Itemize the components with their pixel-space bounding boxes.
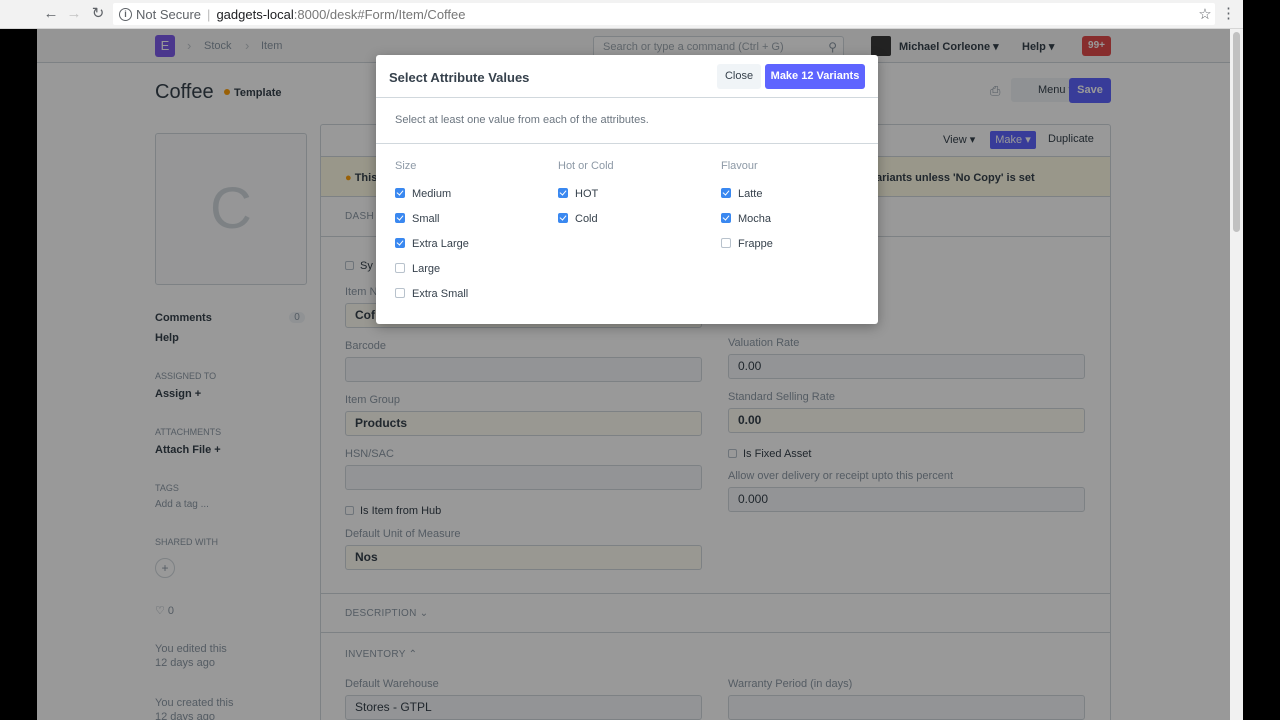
checkbox-checked-icon[interactable]: [395, 238, 405, 248]
attribute-option-label: Extra Small: [412, 288, 469, 300]
dialog-description: Select at least one value from each of t…: [395, 114, 649, 126]
attribute-option-cold[interactable]: Cold: [558, 213, 598, 227]
checkbox-unchecked-icon[interactable]: [395, 288, 405, 298]
dialog-header: Select Attribute Values Close Make 12 Va…: [376, 55, 878, 98]
attribute-option-extra-large[interactable]: Extra Large: [395, 238, 469, 252]
url-separator: |: [207, 6, 211, 22]
attribute-heading-size: Size: [395, 160, 417, 172]
close-button[interactable]: Close: [717, 64, 761, 89]
attribute-option-large[interactable]: Large: [395, 263, 440, 277]
attribute-option-hot[interactable]: HOT: [558, 188, 598, 202]
not-secure-label: Not Secure: [136, 6, 202, 22]
attribute-option-label: Frappe: [738, 238, 773, 250]
scrollbar-thumb[interactable]: [1233, 32, 1240, 232]
attribute-option-small[interactable]: Small: [395, 213, 440, 227]
attribute-heading-hot-or-cold: Hot or Cold: [558, 160, 614, 172]
url-path: :8000/desk#Form/Item/Coffee: [293, 6, 466, 22]
attribute-option-label: Medium: [412, 188, 452, 200]
checkbox-checked-icon[interactable]: [558, 188, 568, 198]
dialog-title: Select Attribute Values: [389, 70, 530, 85]
make-variants-button[interactable]: Make 12 Variants: [765, 64, 865, 89]
checkbox-unchecked-icon[interactable]: [721, 238, 731, 248]
attribute-option-mocha[interactable]: Mocha: [721, 213, 771, 227]
back-arrow-icon[interactable]: ←: [42, 5, 60, 23]
attribute-option-label: HOT: [575, 188, 599, 200]
attribute-option-label: Small: [412, 213, 440, 225]
checkbox-checked-icon[interactable]: [721, 188, 731, 198]
attribute-option-label: Mocha: [738, 213, 772, 225]
attribute-option-label: Large: [412, 263, 441, 275]
attribute-option-label: Extra Large: [412, 238, 469, 250]
checkbox-checked-icon[interactable]: [395, 213, 405, 223]
reload-icon[interactable]: ↻: [89, 5, 107, 23]
address-bar[interactable]: i Not Secure | gadgets-local:8000/desk#F…: [113, 3, 1215, 25]
select-attribute-values-dialog: Select Attribute Values Close Make 12 Va…: [376, 55, 878, 324]
attribute-option-frappe[interactable]: Frappe: [721, 238, 773, 252]
checkbox-unchecked-icon[interactable]: [395, 263, 405, 273]
checkbox-checked-icon[interactable]: [558, 213, 568, 223]
attribute-option-label: Cold: [575, 213, 598, 225]
attribute-option-medium[interactable]: Medium: [395, 188, 451, 202]
dialog-divider: [376, 143, 878, 144]
bookmark-star-icon[interactable]: ☆: [1195, 5, 1215, 23]
browser-menu-icon[interactable]: ⋮: [1221, 5, 1236, 23]
right-black-margin: [1243, 0, 1280, 720]
browser-toolbar: ← → ↻ i Not Secure | gadgets-local:8000/…: [0, 0, 1243, 29]
attribute-heading-flavour: Flavour: [721, 160, 758, 172]
page-scrollbar[interactable]: [1230, 29, 1243, 720]
checkbox-checked-icon[interactable]: [395, 188, 405, 198]
forward-arrow-icon[interactable]: →: [65, 5, 83, 23]
attribute-option-latte[interactable]: Latte: [721, 188, 762, 202]
attribute-option-label: Latte: [738, 188, 763, 200]
url-host: gadgets-local: [216, 6, 294, 22]
checkbox-checked-icon[interactable]: [721, 213, 731, 223]
info-icon[interactable]: i: [119, 7, 132, 21]
attribute-option-extra-small[interactable]: Extra Small: [395, 288, 468, 302]
